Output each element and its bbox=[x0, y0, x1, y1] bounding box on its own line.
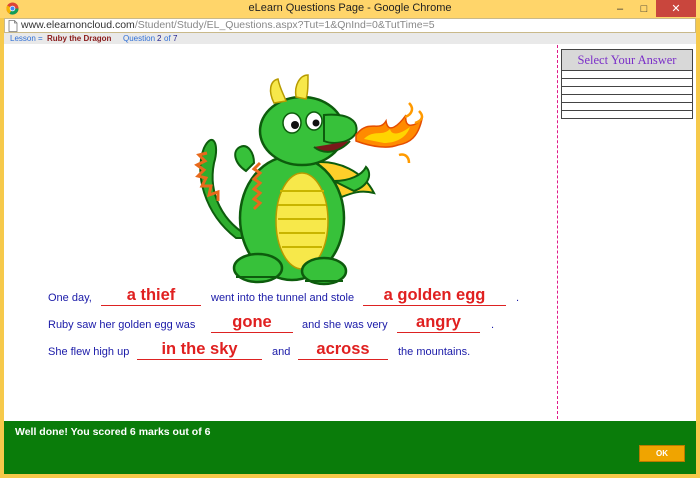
lesson-separator: = bbox=[38, 34, 43, 43]
url-text[interactable]: www.elearnoncloud.com/Student/Study/EL_Q… bbox=[21, 19, 435, 31]
page-icon bbox=[8, 20, 18, 32]
score-message: Well done! You scored 6 marks out of 6 bbox=[15, 426, 211, 438]
close-icon[interactable]: ✕ bbox=[656, 0, 696, 17]
lesson-bar: Lesson = Ruby the Dragon Question 2 of 7 bbox=[4, 33, 696, 44]
question-total: 7 bbox=[173, 34, 178, 43]
panel-divider bbox=[557, 45, 558, 419]
sentence-2-text-3: . bbox=[491, 319, 495, 331]
maximize-icon[interactable]: □ bbox=[632, 0, 656, 17]
question-label: Question bbox=[123, 34, 156, 43]
question-of: of bbox=[164, 34, 171, 43]
answer-option-3[interactable] bbox=[562, 87, 692, 95]
url-path: /Student/Study/EL_Questions.aspx?Tut=1&Q… bbox=[134, 19, 435, 31]
answer-blank-5[interactable]: in the sky bbox=[137, 339, 262, 360]
answer-option-5[interactable] bbox=[562, 103, 692, 111]
sentence-row-2: Ruby saw her golden egg was gone and she… bbox=[4, 310, 544, 334]
answer-blank-4[interactable]: angry bbox=[397, 312, 480, 333]
browser-window: eLearn Questions Page - Google Chrome – … bbox=[0, 0, 700, 478]
answer-blank-1[interactable]: a thief bbox=[101, 285, 201, 306]
answer-option-4[interactable] bbox=[562, 95, 692, 103]
answer-option-1[interactable] bbox=[562, 71, 692, 79]
sentence-1-text-1: One day, bbox=[48, 292, 92, 304]
sentence-3-text-1: She flew high up bbox=[48, 346, 130, 358]
sentence-2-text-2: and she was very bbox=[302, 319, 388, 331]
sentence-3-text-2: and bbox=[272, 346, 291, 358]
answer-option-2[interactable] bbox=[562, 79, 692, 87]
sentence-2-text-1: Ruby saw her golden egg was bbox=[48, 319, 196, 331]
window-title: eLearn Questions Page - Google Chrome bbox=[248, 2, 452, 14]
page-content: Lesson = Ruby the Dragon Question 2 of 7 bbox=[4, 33, 696, 474]
sentence-row-3: She flew high up in the sky and across t… bbox=[4, 337, 544, 361]
result-footer: Well done! You scored 6 marks out of 6 O… bbox=[4, 421, 696, 474]
lesson-label: Lesson bbox=[10, 34, 36, 43]
url-domain: www.elearnoncloud.com bbox=[21, 19, 135, 31]
answer-blank-2[interactable]: a golden egg bbox=[363, 285, 506, 306]
minimize-icon[interactable]: – bbox=[608, 0, 632, 17]
ok-button[interactable]: OK bbox=[639, 445, 685, 462]
sentence-1-text-2: went into the tunnel and stole bbox=[211, 292, 355, 304]
question-current: 2 bbox=[157, 34, 162, 43]
sentence-3-text-3: the mountains. bbox=[398, 346, 471, 358]
address-bar[interactable]: www.elearnoncloud.com/Student/Study/EL_Q… bbox=[4, 18, 696, 33]
lesson-name: Ruby the Dragon bbox=[47, 34, 112, 43]
dragon-illustration bbox=[194, 74, 424, 286]
answer-blank-3[interactable]: gone bbox=[211, 312, 293, 333]
answer-blank-6[interactable]: across bbox=[298, 339, 388, 360]
answer-panel-title: Select Your Answer bbox=[562, 50, 692, 71]
answer-panel: Select Your Answer bbox=[561, 49, 693, 119]
sentence-1-text-3: . bbox=[516, 292, 520, 304]
title-bar[interactable]: eLearn Questions Page - Google Chrome – … bbox=[0, 0, 700, 18]
answer-option-6[interactable] bbox=[562, 111, 692, 118]
sentence-row-1: One day, a thief went into the tunnel an… bbox=[4, 283, 544, 307]
